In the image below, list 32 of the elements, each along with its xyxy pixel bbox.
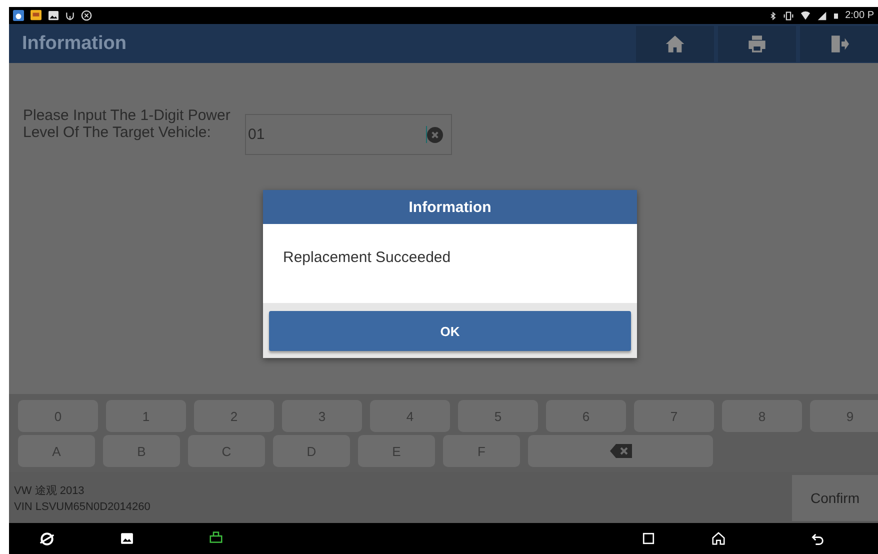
wifi-icon xyxy=(800,10,812,20)
print-button[interactable] xyxy=(718,26,796,62)
recent-apps-icon[interactable] xyxy=(642,532,654,545)
exit-door-icon xyxy=(829,34,849,54)
gallery-icon[interactable] xyxy=(120,532,134,545)
vibrate-icon xyxy=(783,10,794,20)
battery-icon xyxy=(833,10,840,20)
clock-time: 2:00 P xyxy=(845,10,874,21)
input-prompt: Please Input The 1-Digit Power Level Of The Target Vehicle: xyxy=(23,107,232,141)
clear-icon[interactable] xyxy=(427,126,443,142)
bluetooth-icon xyxy=(769,10,778,20)
vin-number: VIN LSVUM65N0D2014260 xyxy=(14,500,152,512)
dialog-message: Replacement Succeeded xyxy=(283,249,452,266)
browser-icon[interactable] xyxy=(38,530,54,546)
home-button[interactable] xyxy=(636,26,714,62)
home-icon xyxy=(665,34,685,54)
vci-connector-icon[interactable] xyxy=(207,531,225,546)
vehicle-model: VW 途观 2013 xyxy=(14,484,86,498)
dialog-title: Information xyxy=(263,190,637,224)
page-title: Information xyxy=(22,32,128,54)
ok-button[interactable]: OK xyxy=(269,311,631,351)
signal-icon xyxy=(817,10,828,20)
image-icon xyxy=(30,10,42,21)
backspace-key[interactable] xyxy=(528,435,713,467)
power-level-field[interactable]: 01 xyxy=(245,114,452,155)
backspace-icon xyxy=(610,444,632,458)
exit-button[interactable] xyxy=(800,26,878,62)
back-icon[interactable] xyxy=(811,532,825,546)
gallery-icon xyxy=(48,10,59,20)
confirm-button[interactable]: Confirm xyxy=(792,474,878,520)
printer-icon xyxy=(747,34,767,54)
home-icon[interactable] xyxy=(710,531,726,546)
